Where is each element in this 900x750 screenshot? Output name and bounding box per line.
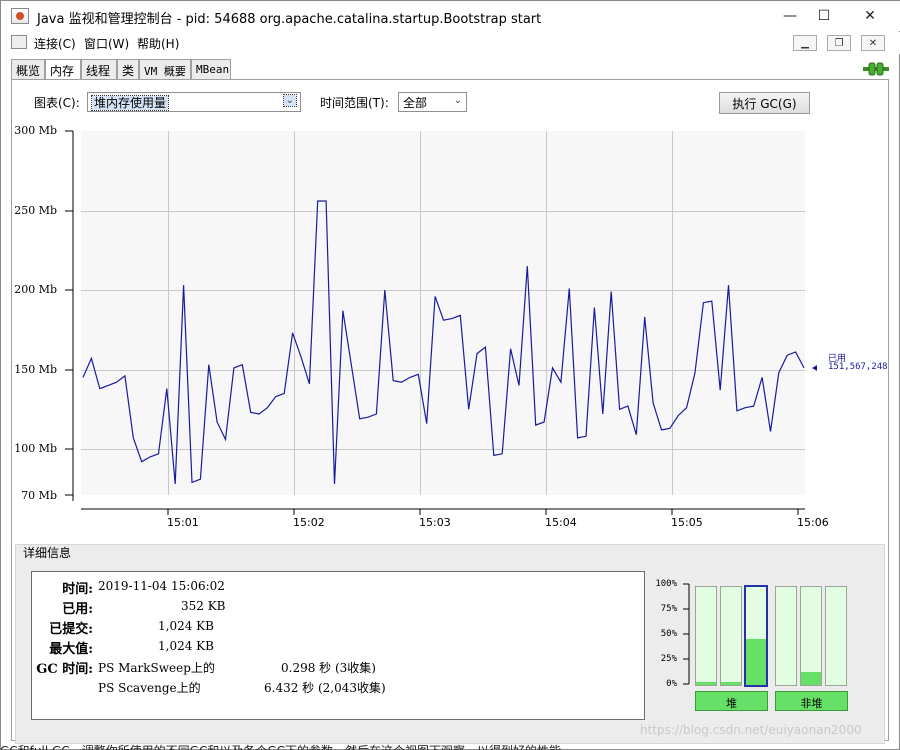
gc-collector-marksweep: PS MarkSweep上的: [98, 661, 215, 675]
details-section-title: 详细信息: [23, 546, 72, 560]
heap-pool-fill: [746, 638, 766, 685]
pool-axis: [683, 583, 690, 685]
heap-used-series-line: [82, 200, 805, 485]
y-tick-label: 250 Mb: [14, 204, 57, 217]
detail-key-gc-time: GC 时间:: [36, 662, 93, 677]
nonheap-caption: 非堆: [775, 691, 848, 711]
y-tick-label: 70 Mb: [21, 489, 57, 502]
end-value-marker-icon: [812, 365, 817, 371]
x-tick-label: 15:02: [293, 516, 325, 529]
detail-key-used: 已用:: [62, 602, 93, 617]
pool-pct-label: 25%: [660, 654, 677, 664]
detail-key-time: 时间:: [62, 582, 93, 597]
detail-key-max: 最大值:: [49, 642, 93, 657]
heap-caption: 堆: [695, 691, 768, 711]
heap-pool-fill: [721, 682, 741, 685]
watermark-text: https://blog.csdn.net/euiyaonan2000: [640, 723, 862, 737]
detail-value-used: 352 KB: [181, 599, 226, 613]
y-tick-label: 200 Mb: [14, 283, 57, 296]
detail-value-committed: 1,024 KB: [158, 619, 214, 633]
y-tick-label: 100 Mb: [14, 442, 57, 455]
heap-pool-bar[interactable]: [720, 586, 742, 686]
x-tick-label: 15:06: [797, 516, 829, 529]
end-label-value: 151,567,248: [828, 362, 888, 372]
heap-usage-chart: [65, 130, 817, 515]
pool-pct-label: 50%: [660, 629, 677, 639]
detail-value-time: 2019-11-04 15:06:02: [98, 579, 225, 593]
nonheap-pool-bar[interactable]: [825, 586, 847, 686]
details-box: [31, 571, 645, 720]
y-tick-label: 150 Mb: [14, 363, 57, 376]
detail-key-committed: 已提交:: [49, 622, 93, 637]
app-window: Java 监视和管理控制台 - pid: 54688 org.apache.ca…: [0, 0, 900, 750]
gc-value-scavenge: 6.432 秒 (2,043收集): [264, 681, 386, 695]
x-tick-label: 15:05: [671, 516, 703, 529]
heap-pool-bar[interactable]: [695, 586, 717, 686]
gc-value-marksweep: 0.298 秒 (3收集): [281, 661, 376, 675]
x-tick-label: 15:01: [167, 516, 199, 529]
pool-pct-label: 100%: [655, 579, 677, 589]
heap-pool-fill: [696, 682, 716, 685]
nonheap-pool-bar[interactable]: [775, 586, 797, 686]
background-page-text: GC和full GC，调整你所使用的不同GC和以及各个GC下的参数，然后在这个视…: [0, 742, 573, 750]
nonheap-pool-fill: [801, 672, 821, 685]
nonheap-pool-bar[interactable]: [800, 586, 822, 686]
gc-collector-scavenge: PS Scavenge上的: [98, 681, 201, 695]
pool-pct-label: 0%: [666, 679, 677, 689]
x-tick-label: 15:04: [545, 516, 577, 529]
pool-pct-label: 75%: [660, 604, 677, 614]
x-tick-label: 15:03: [419, 516, 451, 529]
detail-value-max: 1,024 KB: [158, 639, 214, 653]
heap-pool-bar-selected[interactable]: [744, 585, 768, 687]
y-tick-label: 300 Mb: [14, 124, 57, 137]
